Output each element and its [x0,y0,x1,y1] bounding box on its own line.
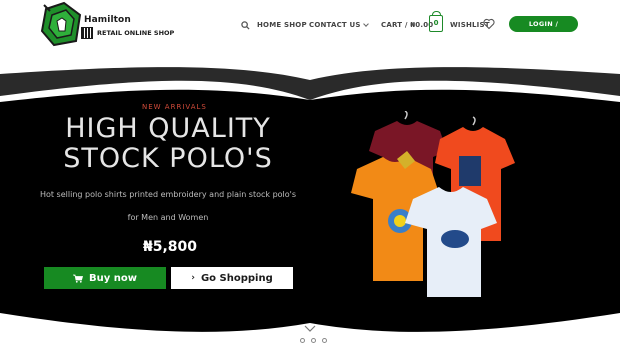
t-shirt-hanger-logo-icon [40,1,82,47]
nav-contact-us[interactable]: CONTACT US [309,18,369,32]
site-header: Hamilton RETAIL ONLINE SHOP HOME SHOP CO… [0,0,620,66]
search-icon [241,20,250,30]
nav-cart[interactable]: CART / ₦0.00 [381,18,433,32]
brand-tagline: RETAIL ONLINE SHOP [97,29,175,37]
scroll-down-chevron-icon[interactable] [304,325,316,333]
hero-description-line2: for Men and Women [127,213,209,222]
brand-name: Hamilton [84,15,131,25]
nav-home[interactable]: HOME [257,18,281,32]
hero-kicker: NEW ARRIVALS [142,103,207,111]
slider-dots [289,338,327,343]
site-logo[interactable]: Hamilton RETAIL ONLINE SHOP [40,1,180,47]
hero-description-line1: Hot selling polo shirts printed embroide… [39,190,297,199]
slider-dot[interactable] [311,338,316,343]
search-button[interactable] [241,18,251,32]
heart-icon[interactable] [483,18,495,30]
hero-price: ₦5,800 [142,239,198,255]
chevron-down-icon [362,20,369,27]
hero-headline-line2: STOCK POLO'S [63,143,273,174]
nav-shop[interactable]: SHOP [284,18,307,32]
hero-headline-line1: HIGH QUALITY [65,113,271,144]
hero-top-band [0,66,620,100]
slider-dot[interactable] [322,338,327,343]
hero-slider: NEW ARRIVALS HIGH QUALITY STOCK POLO'S H… [0,66,620,343]
hero-headline: HIGH QUALITY STOCK POLO'S [40,114,296,174]
page: Hamilton RETAIL ONLINE SHOP HOME SHOP CO… [0,0,620,343]
qr-code-icon [81,27,93,39]
nav-contact-label: CONTACT US [309,21,361,29]
cart-count-badge[interactable]: 0 [429,11,443,32]
login-register-button[interactable]: LOGIN / REGISTER [509,16,578,44]
slider-dot[interactable] [300,338,305,343]
slider-dot[interactable] [289,338,294,343]
